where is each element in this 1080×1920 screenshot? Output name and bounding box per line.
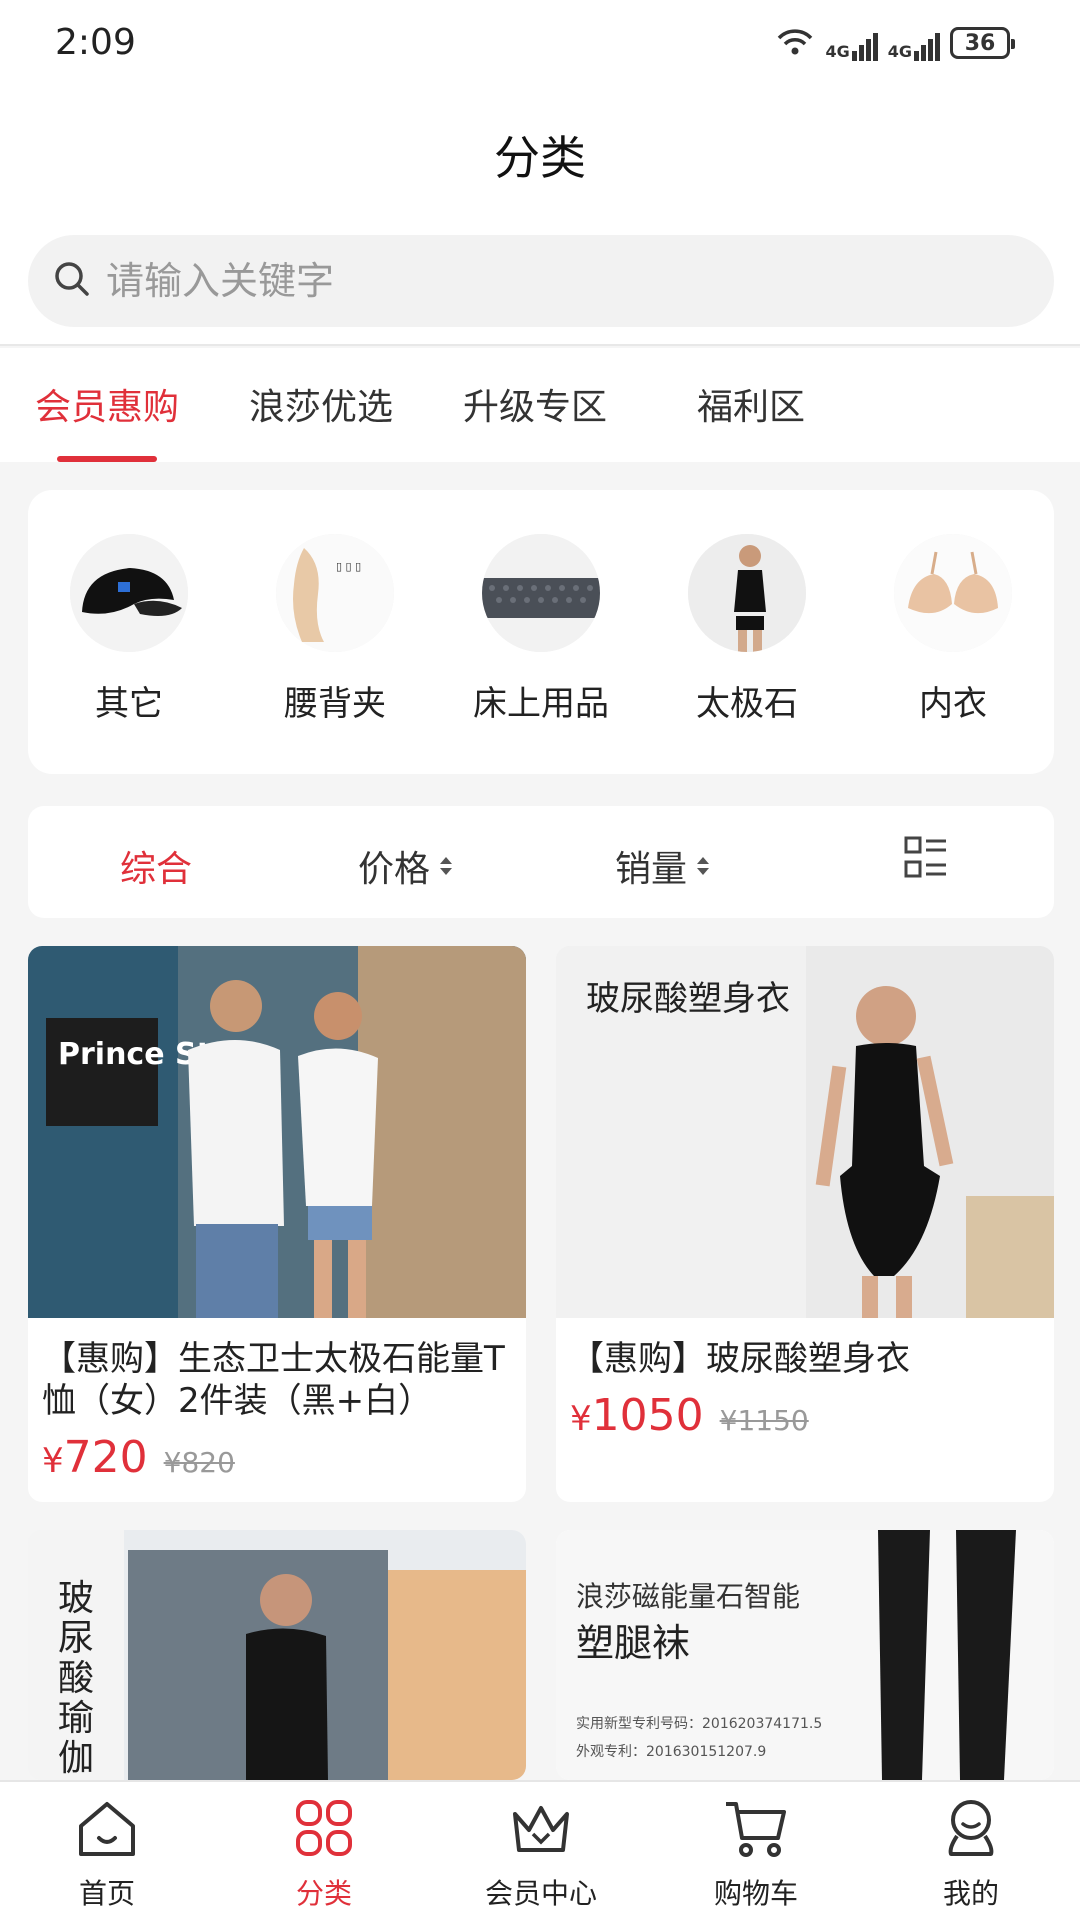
- bra-image: [894, 534, 1012, 652]
- original-price: ¥820: [163, 1446, 235, 1479]
- image-text-line1: 浪莎磁能量石智能: [576, 1580, 800, 1613]
- bottom-tab-bar: 首页 分类 会员中心 购物车 我的: [0, 1780, 1080, 1920]
- home-icon: [7, 1796, 207, 1860]
- sort-bar: 综合 价格 销量: [28, 806, 1054, 918]
- tabbar-member-center[interactable]: 会员中心: [441, 1796, 641, 1912]
- product-image: 玻尿酸瑜伽: [28, 1530, 526, 1780]
- subcategory-underwear[interactable]: 内衣: [873, 534, 1033, 725]
- category-grid-icon: [224, 1796, 424, 1860]
- product-image-text: 玻尿酸瑜伽: [58, 1578, 94, 1779]
- cart-icon: [656, 1796, 856, 1860]
- product-image-text: 玻尿酸塑身衣: [586, 979, 790, 1019]
- tabbar-label: 会员中心: [484, 1877, 597, 1910]
- subcategory-bedding[interactable]: 床上用品: [461, 534, 621, 725]
- subcategory-label: 腰背夹: [284, 684, 386, 724]
- tabbar-label: 我的: [942, 1877, 999, 1910]
- subcategory-label: 其它: [95, 684, 163, 724]
- product-title: 【惠购】玻尿酸塑身衣: [570, 1339, 910, 1379]
- tab-welfare-zone[interactable]: 福利区: [697, 378, 805, 430]
- product-card[interactable]: 浪莎磁能量石智能 塑腿袜 实用新型专利号码：201620374171.5 外观专…: [556, 1530, 1054, 1780]
- tabbar-label: 分类: [295, 1877, 352, 1910]
- sort-comprehensive[interactable]: 综合: [120, 840, 192, 892]
- status-time: 2:09: [55, 22, 136, 63]
- crown-icon: [441, 1796, 641, 1860]
- user-icon: [871, 1796, 1071, 1860]
- image-text-line4: 外观专利：201630151207.9: [576, 1744, 766, 1760]
- sort-arrows-icon: [440, 857, 453, 875]
- battery-icon: 36: [950, 27, 1015, 59]
- product-price: ¥720 ¥820: [42, 1432, 235, 1483]
- wifi-icon: [775, 24, 815, 62]
- status-bar: 2:09 4G 4G 36: [0, 0, 1080, 90]
- subcategory-waist-belt[interactable]: ▯ ▯ ▯ 腰背夹: [255, 534, 415, 725]
- category-tabs: 会员惠购 浪莎优选 升级专区 福利区: [0, 348, 1080, 462]
- product-title: 【惠购】生态卫士太极石能量T恤（女）2件装（黑+白）: [42, 1339, 505, 1421]
- header: 分类: [0, 90, 1080, 220]
- subcategory-label: 内衣: [919, 684, 987, 724]
- signal-icon-2: 4G: [888, 25, 940, 61]
- active-tab-indicator: [57, 456, 157, 462]
- search-input[interactable]: [106, 259, 1006, 303]
- tab-member-purchase[interactable]: 会员惠购: [35, 378, 179, 430]
- subcategory-taiji-stone[interactable]: 太极石: [667, 534, 827, 725]
- search-box[interactable]: [28, 235, 1054, 327]
- subcategory-label: 太极石: [696, 684, 798, 724]
- sort-price[interactable]: 价格: [358, 840, 453, 892]
- tabbar-home[interactable]: 首页: [7, 1796, 207, 1912]
- signal-icon-1: 4G: [825, 25, 878, 61]
- product-image-text: Prince St: [58, 1037, 211, 1072]
- tank-top-image: [688, 534, 806, 652]
- svg-text:▯ ▯ ▯: ▯ ▯ ▯: [336, 560, 361, 573]
- product-card[interactable]: 玻尿酸瑜伽: [28, 1530, 526, 1780]
- subcategory-label: 床上用品: [473, 684, 609, 724]
- original-price: ¥1150: [719, 1404, 809, 1437]
- product-image: 玻尿酸塑身衣: [556, 946, 1054, 1318]
- product-image: 浪莎磁能量石智能 塑腿袜 实用新型专利号码：201620374171.5 外观专…: [556, 1530, 1054, 1780]
- product-card[interactable]: 玻尿酸塑身衣 【惠购】玻尿酸塑身衣 ¥1050 ¥1150: [556, 946, 1054, 1502]
- product-image: Prince St: [28, 946, 526, 1318]
- subcategory-card: 其它 ▯ ▯ ▯ 腰背夹 床上用品 太极石 内衣: [28, 490, 1054, 774]
- search-icon: [52, 259, 92, 303]
- tabbar-label: 首页: [78, 1877, 135, 1910]
- cap-image: [70, 534, 188, 652]
- sort-arrows-icon: [697, 857, 710, 875]
- image-text-line3: 实用新型专利号码：201620374171.5: [576, 1716, 822, 1732]
- sort-sales[interactable]: 销量: [615, 840, 710, 892]
- image-text-line2: 塑腿袜: [576, 1621, 690, 1665]
- tabbar-mine[interactable]: 我的: [871, 1796, 1071, 1912]
- tabbar-cart[interactable]: 购物车: [656, 1796, 856, 1912]
- tab-upgrade-zone[interactable]: 升级专区: [463, 378, 607, 430]
- status-icons: 4G 4G 36: [775, 24, 1015, 62]
- product-card[interactable]: Prince St 【惠购】生态卫士太极石能量T恤（女）2件装（黑+白） ¥72…: [28, 946, 526, 1502]
- tab-langsha-select[interactable]: 浪莎优选: [249, 378, 393, 430]
- page-title: 分类: [494, 131, 586, 185]
- search-area: [0, 220, 1080, 346]
- subcategory-other[interactable]: 其它: [49, 534, 209, 725]
- list-layout-icon[interactable]: [904, 836, 948, 880]
- product-price: ¥1050 ¥1150: [570, 1390, 809, 1441]
- tabbar-label: 购物车: [713, 1877, 798, 1910]
- waist-belt-image: ▯ ▯ ▯: [276, 534, 394, 652]
- tabbar-category[interactable]: 分类: [224, 1796, 424, 1912]
- mattress-image: [482, 534, 600, 652]
